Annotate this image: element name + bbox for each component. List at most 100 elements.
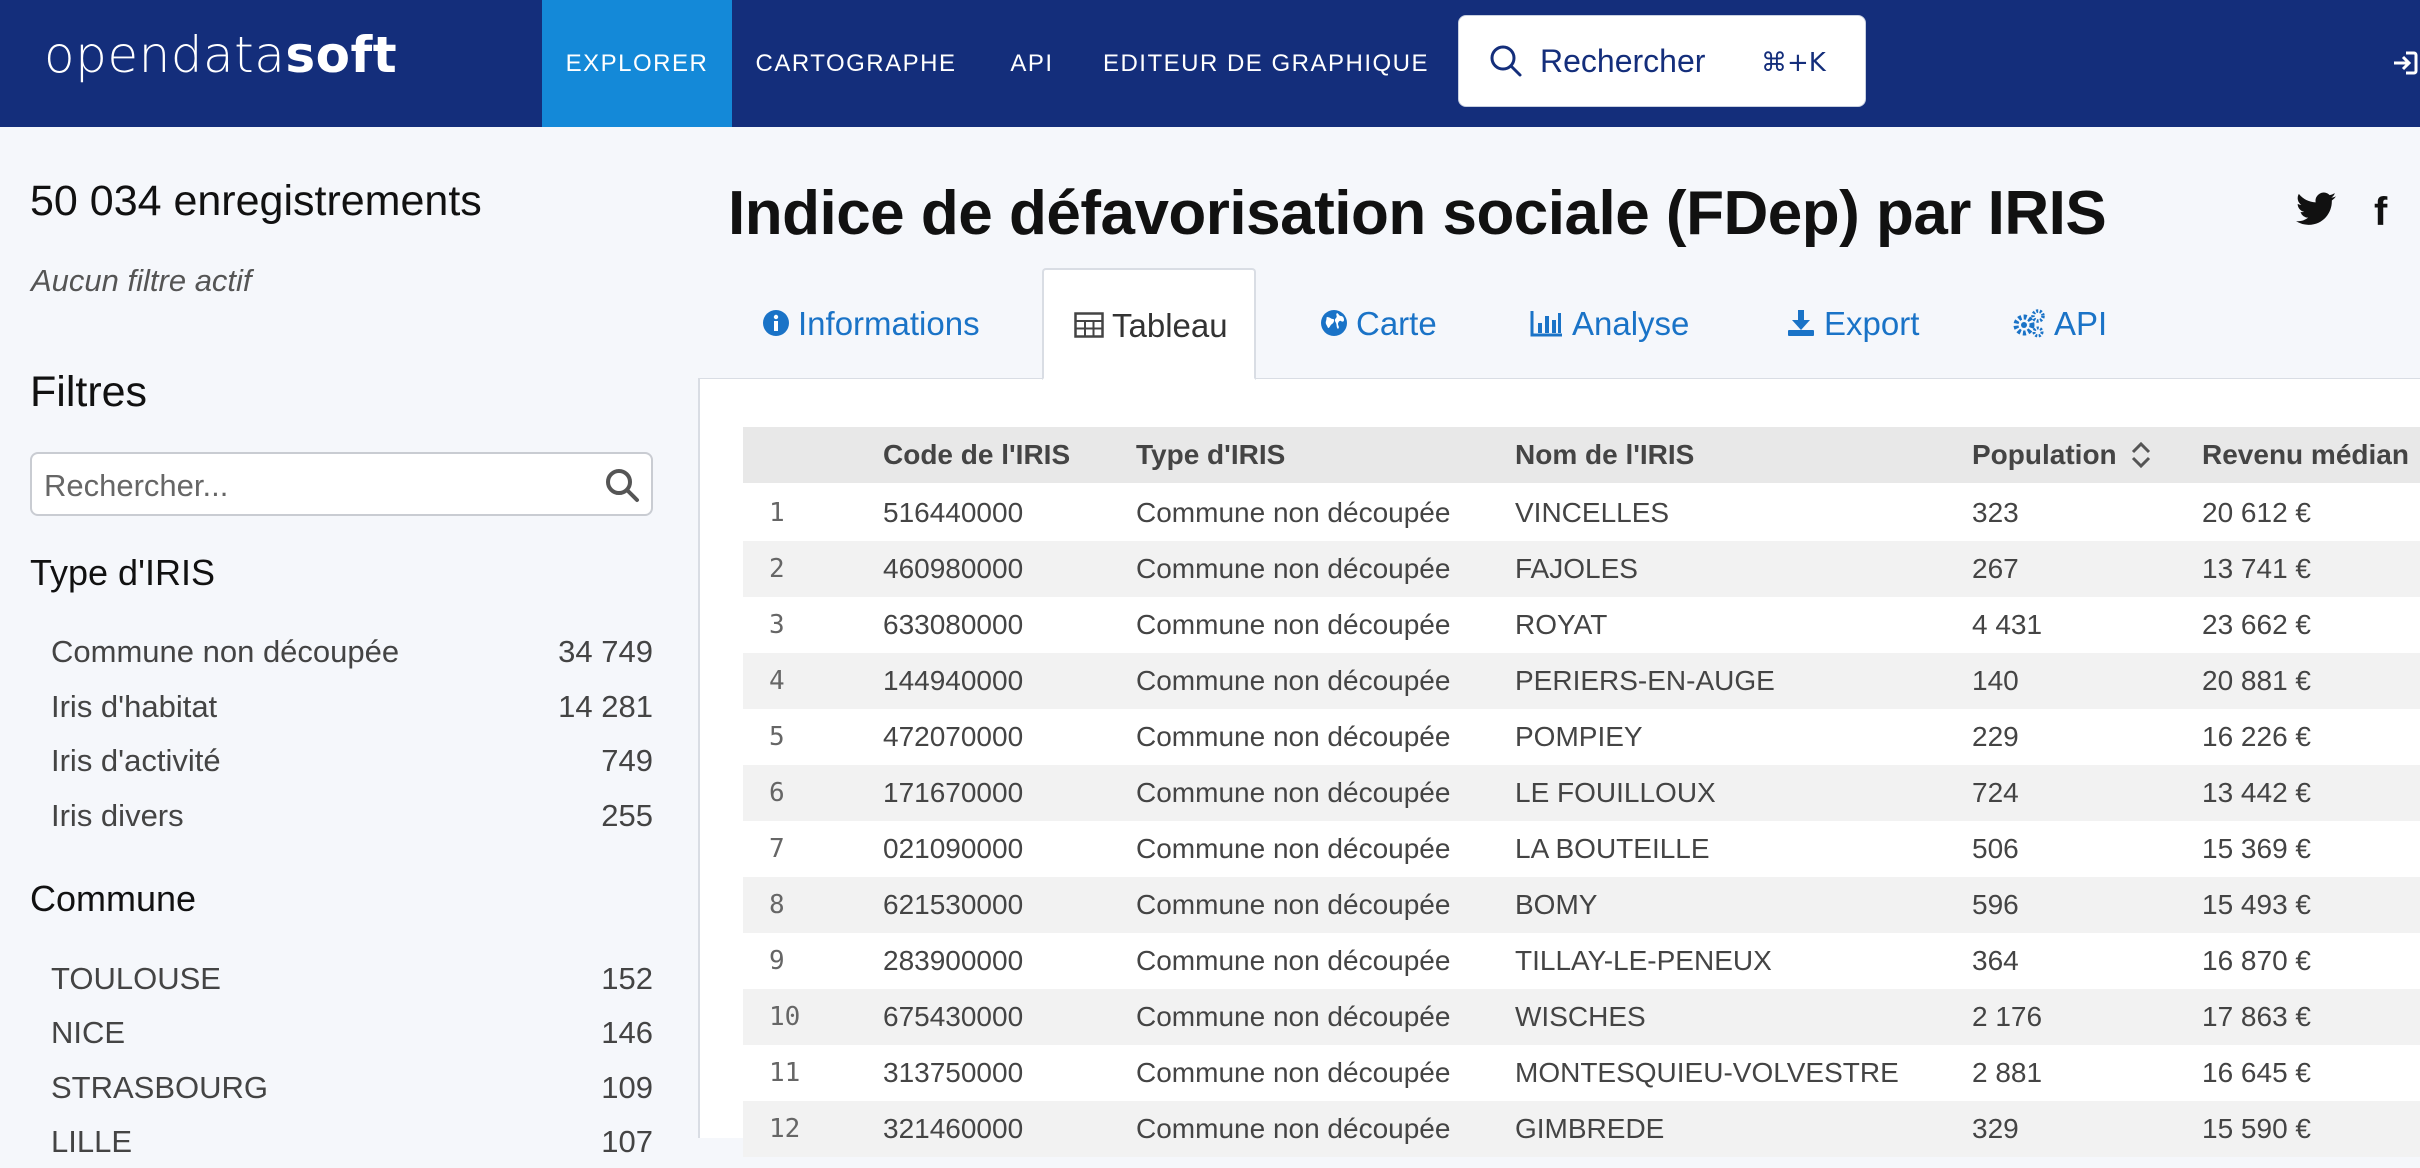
tab-informations[interactable]: Informations — [734, 268, 994, 380]
cell-type-iris: Commune non découpée — [1136, 1113, 1451, 1144]
facet-item-count: 152 — [601, 961, 653, 996]
facet-item-label: NICE — [51, 1015, 126, 1050]
cell-nom-iris: LE FOUILLOUX — [1515, 777, 1716, 808]
facet-item[interactable]: NICE 146 — [51, 1015, 653, 1059]
opendatasoft-logo[interactable]: opendatasoft — [44, 26, 397, 84]
twitter-icon[interactable] — [2296, 192, 2336, 231]
table-row[interactable]: 5 472070000 Commune non découpée POMPIEY… — [743, 709, 2420, 765]
facet-item-label: LILLE — [51, 1124, 133, 1159]
global-search-button[interactable]: Rechercher ⌘+K — [1458, 15, 1866, 107]
filter-search-placeholder: Rechercher... — [44, 468, 229, 503]
cell-type-iris: Commune non découpée — [1136, 721, 1451, 752]
facet-item-count: 109 — [601, 1070, 653, 1105]
table-row[interactable]: 9 283900000 Commune non découpée TILLAY-… — [743, 933, 2420, 989]
facebook-icon[interactable]: f — [2374, 190, 2387, 235]
row-number: 4 — [769, 666, 785, 696]
cell-nom-iris: FAJOLES — [1515, 553, 1638, 584]
tab-tableau[interactable]: Tableau — [1042, 268, 1256, 380]
facet-title-commune: Commune — [30, 878, 197, 919]
cell-type-iris: Commune non découpée — [1136, 1001, 1451, 1032]
search-icon[interactable] — [603, 466, 641, 509]
table-row[interactable]: 10 675430000 Commune non découpée WISCHE… — [743, 989, 2420, 1045]
row-number: 7 — [769, 834, 785, 864]
cell-code-iris: 144940000 — [883, 665, 1024, 696]
cell-nom-iris: POMPIEY — [1515, 721, 1643, 752]
tab-export[interactable]: Export — [1758, 268, 1948, 380]
dataset-title: Indice de défavorisation sociale (FDep) … — [728, 179, 2107, 248]
cell-population: 364 — [1972, 945, 2019, 976]
cell-revenu-median: 15 493 € — [2202, 889, 2311, 920]
cell-nom-iris: GIMBREDE — [1515, 1113, 1665, 1144]
cell-revenu-median: 15 590 € — [2202, 1113, 2311, 1144]
facet-item[interactable]: TOULOUSE 152 — [51, 961, 653, 1005]
table-row[interactable]: 7 021090000 Commune non découpée LA BOUT… — [743, 821, 2420, 877]
facet-item[interactable]: LILLE 107 — [51, 1124, 653, 1168]
cell-nom-iris: ROYAT — [1515, 609, 1608, 640]
column-header-revenu-median[interactable]: Revenu médian — [2202, 427, 2409, 483]
cell-type-iris: Commune non découpée — [1136, 889, 1451, 920]
cell-revenu-median: 15 369 € — [2202, 833, 2311, 864]
table-row[interactable]: 11 313750000 Commune non découpée MONTES… — [743, 1045, 2420, 1101]
cell-code-iris: 313750000 — [883, 1057, 1024, 1088]
row-number: 1 — [769, 498, 785, 528]
facet-item[interactable]: Iris d'habitat 14 281 — [51, 689, 653, 733]
tab-carte[interactable]: Carte — [1292, 268, 1462, 380]
cell-code-iris: 021090000 — [883, 833, 1024, 864]
tab-label: Export — [1824, 305, 1920, 342]
cell-revenu-median: 16 226 € — [2202, 721, 2311, 752]
cell-revenu-median: 17 863 € — [2202, 1001, 2311, 1032]
facet-item[interactable]: Iris divers 255 — [51, 798, 653, 842]
cell-code-iris: 171670000 — [883, 777, 1024, 808]
cell-population: 329 — [1972, 1113, 2019, 1144]
table-row[interactable]: 12 321460000 Commune non découpée GIMBRE… — [743, 1101, 2420, 1157]
cell-population: 724 — [1972, 777, 2019, 808]
active-filters-status: Aucun filtre actif — [31, 263, 252, 298]
column-header-code-iris[interactable]: Code de l'IRIS — [883, 427, 1070, 483]
facet-item-count: 34 749 — [558, 634, 653, 669]
tab-api[interactable]: API — [1984, 268, 2144, 380]
facet-item[interactable]: Commune non découpée 34 749 — [51, 634, 653, 678]
tab-label: API — [2054, 305, 2108, 342]
cell-type-iris: Commune non découpée — [1136, 833, 1451, 864]
cell-nom-iris: PERIERS-EN-AUGE — [1515, 665, 1775, 696]
table-row[interactable]: 1 516440000 Commune non découpée VINCELL… — [743, 485, 2420, 541]
cell-revenu-median: 16 870 € — [2202, 945, 2311, 976]
table-row[interactable]: 3 633080000 Commune non découpée ROYAT 4… — [743, 597, 2420, 653]
table-row[interactable]: 8 621530000 Commune non découpée BOMY 59… — [743, 877, 2420, 933]
cell-code-iris: 472070000 — [883, 721, 1024, 752]
nav-cartographe[interactable]: CARTOGRAPHE — [740, 0, 972, 127]
cell-population: 506 — [1972, 833, 2019, 864]
sign-in-icon[interactable] — [2392, 49, 2420, 82]
cell-revenu-median: 13 442 € — [2202, 777, 2311, 808]
facet-item-label: TOULOUSE — [51, 961, 221, 996]
table-row[interactable]: 6 171670000 Commune non découpée LE FOUI… — [743, 765, 2420, 821]
column-header-nom-iris[interactable]: Nom de l'IRIS — [1515, 427, 1694, 483]
cell-code-iris: 516440000 — [883, 497, 1024, 528]
row-number: 9 — [769, 946, 785, 976]
cell-code-iris: 675430000 — [883, 1001, 1024, 1032]
nav-explorer[interactable]: EXPLORER — [542, 0, 732, 127]
column-header-population[interactable]: Population — [1972, 427, 2117, 483]
filter-search-field[interactable]: Rechercher... — [30, 452, 653, 516]
table-header-row: Code de l'IRIS Type d'IRIS Nom de l'IRIS… — [743, 427, 2420, 483]
row-number: 12 — [769, 1114, 801, 1144]
facet-title-type-iris: Type d'IRIS — [30, 552, 215, 593]
cell-revenu-median: 16 645 € — [2202, 1057, 2311, 1088]
tab-analyse[interactable]: Analyse — [1502, 268, 1722, 380]
cell-type-iris: Commune non découpée — [1136, 1057, 1451, 1088]
table-row[interactable]: 2 460980000 Commune non découpée FAJOLES… — [743, 541, 2420, 597]
column-header-type-iris[interactable]: Type d'IRIS — [1136, 427, 1285, 483]
cell-code-iris: 460980000 — [883, 553, 1024, 584]
sort-icon[interactable] — [2130, 440, 2152, 475]
cell-revenu-median: 23 662 € — [2202, 609, 2311, 640]
cell-population: 140 — [1972, 665, 2019, 696]
facet-item[interactable]: STRASBOURG 109 — [51, 1070, 653, 1114]
cell-revenu-median: 13 741 € — [2202, 553, 2311, 584]
nav-api[interactable]: API — [994, 0, 1070, 127]
info-circle-icon — [763, 310, 789, 337]
facet-item[interactable]: Iris d'activité 749 — [51, 743, 653, 787]
bar-chart-icon — [1530, 311, 1562, 337]
nav-editeur-de-graphique[interactable]: EDITEUR DE GRAPHIQUE — [1100, 0, 1432, 127]
table-row[interactable]: 4 144940000 Commune non découpée PERIERS… — [743, 653, 2420, 709]
tab-label: Tableau — [1112, 307, 1228, 344]
